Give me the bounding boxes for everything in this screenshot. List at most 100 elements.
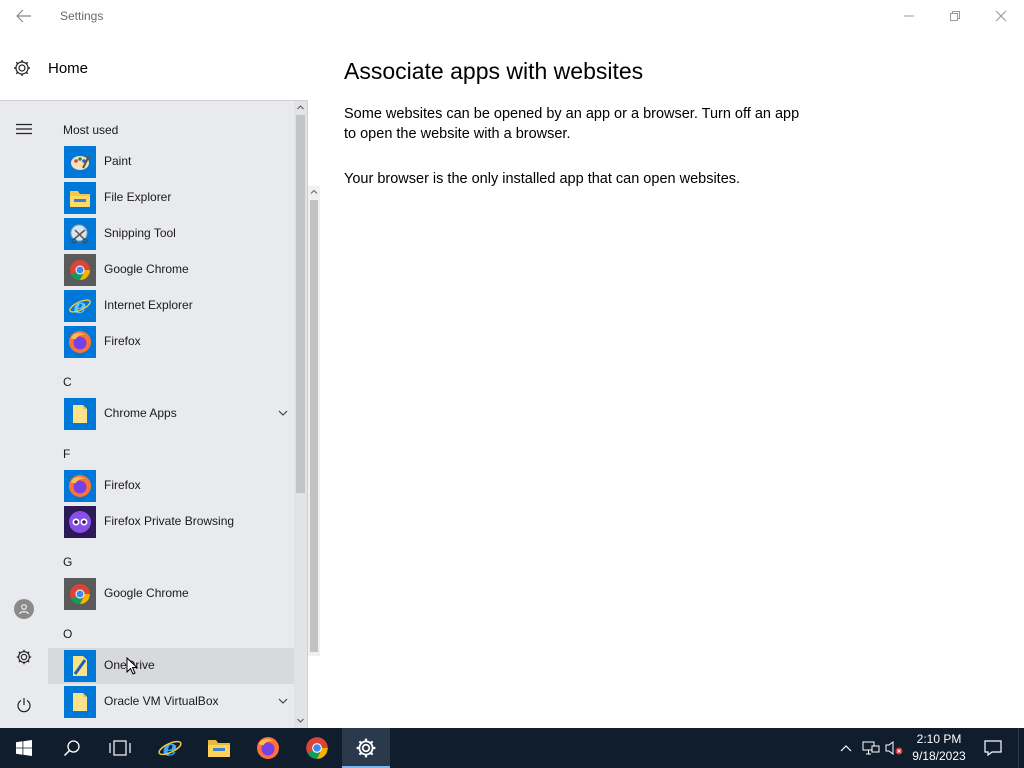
internet-explorer-icon: e	[64, 290, 96, 322]
app-item-google-chrome[interactable]: Google Chrome	[48, 576, 294, 612]
mouse-cursor-icon	[126, 657, 138, 675]
clock[interactable]: 2:10 PM 9/18/2023	[908, 731, 970, 765]
show-hidden-icons-button[interactable]	[836, 738, 856, 758]
network-button[interactable]	[861, 738, 881, 758]
app-item-snipping-tool[interactable]: Snipping Tool	[48, 216, 294, 252]
section-header-g[interactable]: G	[63, 555, 72, 569]
volume-button[interactable]	[884, 738, 904, 758]
volume-muted-icon	[885, 741, 903, 755]
task-view-button[interactable]	[96, 728, 144, 768]
app-label: Google Chrome	[104, 262, 189, 276]
chrome-icon	[306, 737, 328, 759]
firefox-private-icon	[64, 506, 96, 538]
firefox-icon	[64, 326, 96, 358]
onedrive-icon	[64, 650, 96, 682]
start-menu-scrollbar-thumb[interactable]	[296, 115, 305, 493]
page-title: Associate apps with websites	[344, 58, 644, 84]
account-button[interactable]	[0, 589, 48, 629]
minimize-icon	[904, 15, 914, 17]
app-label: Snipping Tool	[104, 226, 176, 240]
search-button[interactable]	[48, 728, 96, 768]
section-header-most-used: Most used	[63, 123, 119, 137]
back-arrow-icon	[16, 9, 31, 23]
taskbar-settings[interactable]	[342, 728, 390, 768]
settings-scrollbar-thumb[interactable]	[310, 200, 318, 652]
app-label: Chrome Apps	[104, 406, 177, 420]
section-header-f[interactable]: F	[63, 447, 70, 461]
home-nav-item[interactable]: Home	[12, 56, 88, 80]
app-item-onedrive[interactable]: OneDrive	[48, 648, 294, 684]
paint-icon	[64, 146, 96, 178]
app-label: Google Chrome	[104, 586, 189, 600]
close-button[interactable]	[978, 0, 1024, 32]
home-label: Home	[48, 59, 89, 77]
chevron-up-icon	[840, 745, 852, 752]
settings-icon	[356, 738, 376, 758]
app-item-oracle-vm-virtualbox[interactable]: Oracle VM VirtualBox	[48, 684, 294, 720]
chevron-down-icon	[278, 698, 288, 704]
app-label: Firefox Private Browsing	[104, 514, 235, 528]
status-text: Your browser is the only installed app t…	[344, 171, 741, 187]
firefox-icon	[257, 737, 279, 759]
restore-button[interactable]	[932, 0, 978, 32]
app-label: Oracle VM VirtualBox	[104, 694, 219, 708]
scroll-up-arrow-icon[interactable]	[296, 103, 305, 112]
start-button[interactable]	[0, 728, 48, 768]
taskbar-internet-explorer[interactable]: e	[146, 728, 194, 768]
folder-icon	[64, 398, 96, 430]
action-center-button[interactable]	[978, 728, 1008, 768]
settings-button[interactable]	[0, 637, 48, 677]
restore-icon	[950, 11, 960, 21]
main-content: Associate apps with websites Some websit…	[344, 58, 814, 189]
back-button[interactable]	[10, 4, 38, 28]
clock-date: 9/18/2023	[912, 749, 966, 763]
task-view-icon	[109, 740, 131, 756]
taskbar-file-explorer[interactable]	[195, 728, 243, 768]
chrome-icon	[64, 254, 96, 286]
power-icon	[17, 698, 31, 713]
app-item-firefox[interactable]: Firefox	[48, 468, 294, 504]
app-item-firefox[interactable]: Firefox	[48, 324, 294, 360]
app-label: Paint	[104, 154, 132, 168]
folder-icon	[64, 686, 96, 718]
firefox-icon	[64, 470, 96, 502]
app-item-google-chrome[interactable]: Google Chrome	[48, 252, 294, 288]
show-desktop-button[interactable]	[1018, 728, 1024, 768]
svg-text:e: e	[74, 294, 87, 318]
close-icon	[995, 10, 1007, 22]
chrome-icon	[64, 578, 96, 610]
start-menu: Most used Paint File Explorer Snipping T…	[0, 100, 308, 728]
window-title: Settings	[60, 9, 104, 23]
gear-icon	[16, 649, 32, 665]
section-header-o[interactable]: O	[63, 627, 72, 641]
app-item-internet-explorer[interactable]: e Internet Explorer	[48, 288, 294, 324]
app-label: Firefox	[104, 334, 141, 348]
app-item-firefox-private-browsing[interactable]: Firefox Private Browsing	[48, 504, 294, 540]
minimize-button[interactable]	[886, 0, 932, 32]
notification-icon	[984, 740, 1002, 757]
network-icon	[862, 741, 880, 755]
power-button[interactable]	[0, 685, 48, 725]
scroll-down-arrow-icon[interactable]	[296, 716, 305, 725]
app-item-file-explorer[interactable]: File Explorer	[48, 180, 294, 216]
app-label: File Explorer	[104, 190, 172, 204]
internet-explorer-icon: e	[158, 736, 182, 761]
app-item-paint[interactable]: Paint	[48, 144, 294, 180]
section-header-c[interactable]: C	[63, 375, 72, 389]
chevron-down-icon	[278, 410, 288, 416]
app-item-chrome-apps[interactable]: Chrome Apps	[48, 396, 294, 432]
taskbar-firefox[interactable]	[244, 728, 292, 768]
file-explorer-icon	[208, 740, 230, 757]
scroll-up-arrow-icon[interactable]	[310, 188, 318, 196]
gear-icon	[14, 60, 30, 76]
title-bar: Settings	[0, 0, 1024, 32]
taskbar-google-chrome[interactable]	[293, 728, 341, 768]
app-list: Most used Paint File Explorer Snipping T…	[48, 101, 294, 729]
snipping-tool-icon	[64, 218, 96, 250]
taskbar: e 2:10 PM 9/18/2023	[0, 728, 1024, 768]
user-avatar-icon	[14, 599, 34, 619]
expand-menu-button[interactable]	[0, 109, 48, 149]
app-label: Internet Explorer	[104, 298, 193, 312]
svg-text:e: e	[163, 736, 177, 761]
page-description: Some websites can be opened by an app or…	[344, 106, 800, 142]
